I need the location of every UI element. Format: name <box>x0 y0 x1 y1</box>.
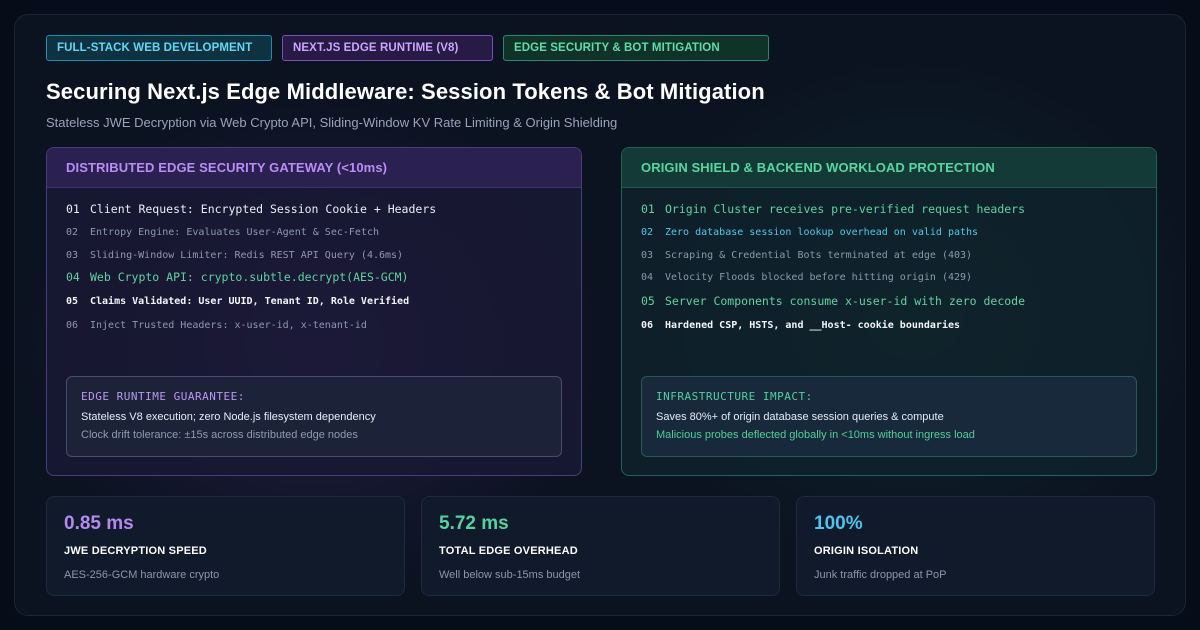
metric-card-decryption: 0.85 ms JWE DECRYPTION SPEED AES-256-GCM… <box>46 496 405 596</box>
infrastructure-impact-box: INFRASTRUCTURE IMPACT: Saves 80%+ of ori… <box>641 376 1137 457</box>
edge-step-06: 06 Inject Trusted Headers: x-user-id, x-t… <box>66 320 367 331</box>
origin-shield-panel: ORIGIN SHIELD & BACKEND WORKLOAD PROTECT… <box>621 147 1157 476</box>
guarantee-line-1: Stateless V8 execution; zero Node.js fil… <box>81 411 376 423</box>
impact-line-2: Malicious probes deflected globally in <… <box>656 429 975 441</box>
badge-edge-security: EDGE SECURITY & BOT MITIGATION <box>503 35 769 61</box>
impact-line-1: Saves 80%+ of origin database session qu… <box>656 411 944 423</box>
origin-step-06: 06 Hardened CSP, HSTS, and __Host- cookie… <box>641 320 961 331</box>
origin-step-04: 04 Velocity Floods blocked before hitting… <box>641 272 973 283</box>
metric-label: TOTAL EDGE OVERHEAD <box>439 545 578 557</box>
badge-web-development: FULL-STACK WEB DEVELOPMENT <box>46 35 272 61</box>
metric-card-edge-overhead: 5.72 ms TOTAL EDGE OVERHEAD Well below s… <box>421 496 780 596</box>
metric-value: 100% <box>814 513 863 534</box>
badge-edge-runtime: NEXT.JS EDGE RUNTIME (V8) <box>282 35 493 61</box>
metric-value: 0.85 ms <box>64 513 134 534</box>
edge-step-01: 01 Client Request: Encrypted Session Cook… <box>66 202 437 216</box>
impact-title: INFRASTRUCTURE IMPACT: <box>656 390 813 403</box>
metric-card-origin-isolation: 100% ORIGIN ISOLATION Junk traffic dropp… <box>796 496 1155 596</box>
edge-gateway-panel: DISTRIBUTED EDGE SECURITY GATEWAY (<10ms… <box>46 147 582 476</box>
edge-step-05: 05 Claims Validated: User UUID, Tenant ID… <box>66 296 410 307</box>
edge-runtime-guarantee-box: EDGE RUNTIME GUARANTEE: Stateless V8 exe… <box>66 376 562 457</box>
metric-description: Junk traffic dropped at PoP <box>814 569 947 581</box>
edge-gateway-heading: DISTRIBUTED EDGE SECURITY GATEWAY (<10ms… <box>47 148 581 188</box>
origin-shield-heading: ORIGIN SHIELD & BACKEND WORKLOAD PROTECT… <box>622 148 1156 188</box>
origin-step-02: 02 Zero database session lookup overhead … <box>641 227 979 238</box>
edge-step-04: 04 Web Crypto API: crypto.subtle.decrypt(… <box>66 270 409 284</box>
metric-value: 5.72 ms <box>439 513 509 534</box>
metric-description: Well below sub-15ms budget <box>439 569 581 581</box>
guarantee-line-2: Clock drift tolerance: ±15s across distr… <box>81 429 358 441</box>
edge-step-03: 03 Sliding-Window Limiter: Redis REST API… <box>66 250 404 261</box>
origin-step-05: 05 Server Components consume x-user-id wi… <box>641 294 1026 308</box>
edge-step-02: 02 Entropy Engine: Evaluates User-Agent &… <box>66 227 379 238</box>
metric-description: AES-256-GCM hardware crypto <box>64 569 220 581</box>
guarantee-title: EDGE RUNTIME GUARANTEE: <box>81 390 245 403</box>
card-frame: FULL-STACK WEB DEVELOPMENT NEXT.JS EDGE … <box>14 14 1186 616</box>
metric-label: JWE DECRYPTION SPEED <box>64 545 207 557</box>
origin-step-01: 01 Origin Cluster receives pre-verified r… <box>641 202 1026 216</box>
topic-badges: FULL-STACK WEB DEVELOPMENT NEXT.JS EDGE … <box>46 35 769 61</box>
page-subtitle: Stateless JWE Decryption via Web Crypto … <box>46 115 618 130</box>
metric-label: ORIGIN ISOLATION <box>814 545 919 557</box>
page-title: Securing Next.js Edge Middleware: Sessio… <box>46 79 765 104</box>
origin-step-03: 03 Scraping & Credential Bots terminated … <box>641 250 973 261</box>
